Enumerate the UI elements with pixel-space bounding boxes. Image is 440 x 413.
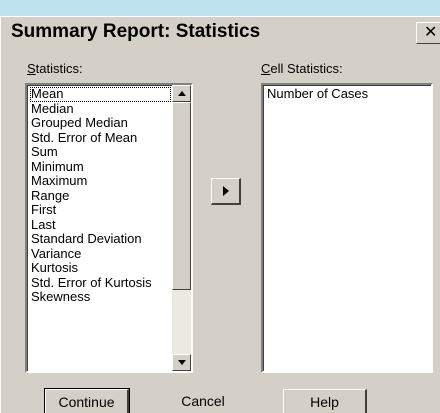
- cell-statistics-label-text: ell Statistics:: [270, 61, 343, 76]
- scroll-thumb[interactable]: [172, 102, 191, 290]
- cell-statistics-label: Cell Statistics:: [261, 61, 343, 76]
- statistics-list-item[interactable]: Mean: [30, 86, 171, 102]
- title-bar: Summary Report: Statistics ✕: [3, 19, 440, 49]
- cell-statistics-listbox[interactable]: Number of Cases: [261, 83, 433, 373]
- cell-statistics-list-item[interactable]: Number of Cases: [266, 86, 428, 102]
- cell-statistics-label-mnemonic: C: [261, 61, 271, 76]
- help-button[interactable]: Help: [283, 389, 367, 413]
- right-arrow-icon: [223, 186, 229, 196]
- dialog-title: Summary Report: Statistics: [11, 21, 261, 42]
- statistics-listbox[interactable]: Mean Median Grouped Median Std. Error of Me…: [25, 83, 193, 373]
- statistics-list-item[interactable]: Skewness: [30, 289, 171, 305]
- statistics-list-item[interactable]: Median: [30, 101, 171, 117]
- statistics-list-item[interactable]: Kurtosis: [30, 260, 171, 276]
- statistics-list-item[interactable]: Range: [30, 188, 171, 204]
- statistics-list-item[interactable]: Variance: [30, 246, 171, 262]
- scroll-down-arrow-icon: [178, 360, 186, 365]
- statistics-list-item[interactable]: Minimum: [30, 159, 171, 175]
- statistics-list-item[interactable]: Std. Error of Kurtosis: [30, 275, 171, 291]
- statistics-list-item[interactable]: Last: [30, 217, 171, 233]
- statistics-list-items: Mean Median Grouped Median Std. Error of Me…: [30, 86, 171, 305]
- statistics-list-item[interactable]: Grouped Median: [30, 115, 171, 131]
- statistics-list-item[interactable]: Maximum: [30, 173, 171, 189]
- statistics-label-text: tatistics:: [35, 61, 83, 76]
- cancel-button[interactable]: Cancel: [161, 389, 245, 413]
- statistics-list-item[interactable]: Sum: [30, 144, 171, 160]
- move-to-cell-statistics-button[interactable]: [211, 178, 241, 205]
- close-button[interactable]: ✕: [416, 22, 440, 44]
- statistics-list-item[interactable]: Std. Error of Mean: [30, 130, 171, 146]
- scroll-up-arrow-icon: [178, 91, 186, 96]
- cell-statistics-list-items: Number of Cases: [266, 86, 428, 102]
- statistics-list-item[interactable]: Standard Deviation: [30, 231, 171, 247]
- close-icon: ✕: [424, 24, 438, 41]
- continue-button[interactable]: Continue: [44, 388, 130, 413]
- statistics-list-item[interactable]: First: [30, 202, 171, 218]
- summary-report-statistics-dialog: Summary Report: Statistics ✕ Statistics:…: [0, 16, 440, 413]
- statistics-label-mnemonic: S: [27, 61, 36, 76]
- statistics-label: Statistics:: [27, 61, 83, 76]
- scroll-up-button[interactable]: [172, 85, 191, 102]
- statistics-scrollbar[interactable]: [172, 85, 191, 371]
- scroll-down-button[interactable]: [172, 354, 191, 371]
